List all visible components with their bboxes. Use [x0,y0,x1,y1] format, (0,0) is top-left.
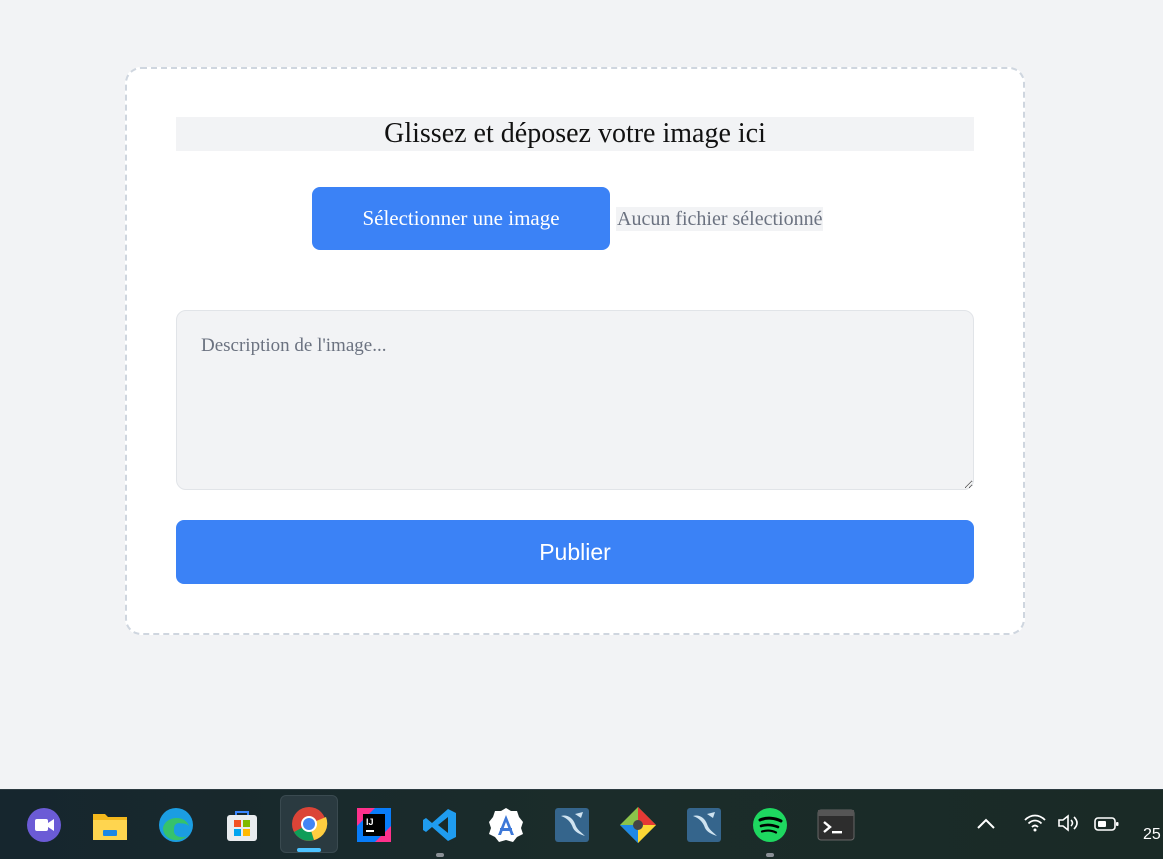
clock-text[interactable]: 25 [1143,826,1161,844]
terminal-icon[interactable] [816,805,856,845]
active-indicator [297,848,321,852]
drop-zone-title: Glissez et déposez votre image ici [176,117,974,151]
file-explorer-icon[interactable] [90,805,130,845]
mysql-workbench-icon-2[interactable] [684,805,724,845]
chrome-icon[interactable] [280,795,338,853]
git-icon[interactable] [618,805,658,845]
spotify-icon[interactable] [750,805,790,857]
intellij-icon[interactable]: IJ [354,805,394,845]
select-image-button[interactable]: Sélectionner une image [312,187,610,250]
svg-text:IJ: IJ [366,817,374,827]
volume-icon[interactable] [1057,813,1081,838]
vscode-icon[interactable] [420,805,460,857]
chevron-up-icon[interactable] [976,814,996,835]
microsoft-store-icon[interactable] [222,805,262,845]
file-status-label: Aucun fichier sélectionné [616,207,824,231]
upload-card[interactable]: Glissez et déposez votre image ici Sélec… [125,67,1025,635]
taskbar: IJ 25 [0,789,1163,859]
video-app-icon[interactable] [24,805,64,845]
mysql-workbench-icon[interactable] [552,805,592,845]
running-indicator [436,853,444,857]
android-studio-icon[interactable] [486,805,526,845]
publish-button[interactable]: Publier [176,520,974,584]
running-indicator [766,853,774,857]
wifi-icon[interactable] [1023,814,1047,837]
description-textarea[interactable] [176,310,974,490]
battery-icon[interactable] [1094,816,1120,837]
edge-browser-icon[interactable] [156,805,196,845]
